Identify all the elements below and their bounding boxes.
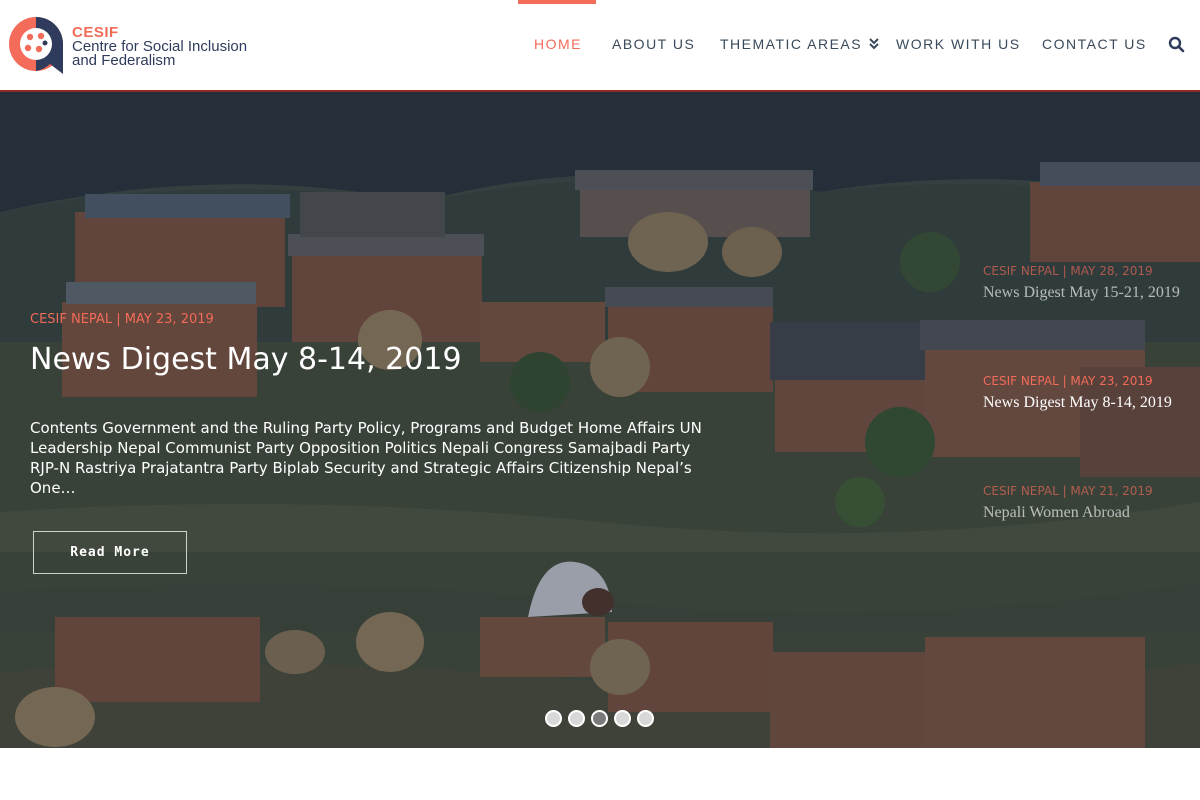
search-icon[interactable]	[1168, 36, 1186, 54]
side-post-title: News Digest May 8-14, 2019	[983, 394, 1172, 411]
slide-excerpt: Contents Government and the Ruling Party…	[30, 419, 702, 497]
slider-dot[interactable]	[591, 710, 608, 727]
side-post-active[interactable]: CESIF NEPAL | MAY 23, 2019 News Digest M…	[983, 374, 1200, 412]
logo-subtitle: Centre for Social Inclusion and Federali…	[72, 38, 248, 69]
side-post-meta: CESIF NEPAL | MAY 23, 2019	[983, 374, 1153, 388]
side-post-meta: CESIF NEPAL | MAY 21, 2019	[983, 484, 1153, 498]
cesif-logo-icon	[9, 17, 63, 74]
slider-dot[interactable]	[568, 710, 585, 727]
double-chevron-down-icon	[869, 38, 880, 50]
side-post-meta: CESIF NEPAL | MAY 28, 2019	[983, 264, 1153, 278]
nav-item-thematic-areas-label: THEMATIC AREAS	[720, 36, 863, 52]
read-more-button[interactable]: Read More	[33, 531, 187, 574]
nav-item-about-us[interactable]: ABOUT US	[612, 36, 695, 52]
slider-dot[interactable]	[545, 710, 562, 727]
side-post-title: News Digest May 15-21, 2019	[983, 284, 1180, 301]
nav-item-work-with-us[interactable]: WORK WITH US	[896, 36, 1021, 52]
side-post[interactable]: CESIF NEPAL | MAY 21, 2019 Nepali Women …	[983, 484, 1200, 522]
side-post[interactable]: CESIF NEPAL | MAY 28, 2019 News Digest M…	[983, 264, 1200, 302]
nav-item-thematic-areas[interactable]: THEMATIC AREAS	[720, 36, 880, 52]
site-header: CESIF Centre for Social Inclusion and Fe…	[0, 0, 1200, 92]
slide-meta[interactable]: CESIF NEPAL | MAY 23, 2019	[30, 312, 214, 327]
nav-item-contact-us[interactable]: CONTACT US	[1042, 36, 1147, 52]
side-post-title: Nepali Women Abroad	[983, 504, 1130, 521]
site-logo[interactable]: CESIF Centre for Social Inclusion and Fe…	[4, 12, 274, 78]
slider-dot[interactable]	[614, 710, 631, 727]
hero-slider: CESIF NEPAL | MAY 23, 2019 News Digest M…	[0, 92, 1200, 748]
nav-active-indicator	[518, 0, 596, 4]
slider-dot[interactable]	[637, 710, 654, 727]
slide-title[interactable]: News Digest May 8-14, 2019	[30, 342, 462, 377]
nav-item-home[interactable]: HOME	[534, 36, 582, 52]
